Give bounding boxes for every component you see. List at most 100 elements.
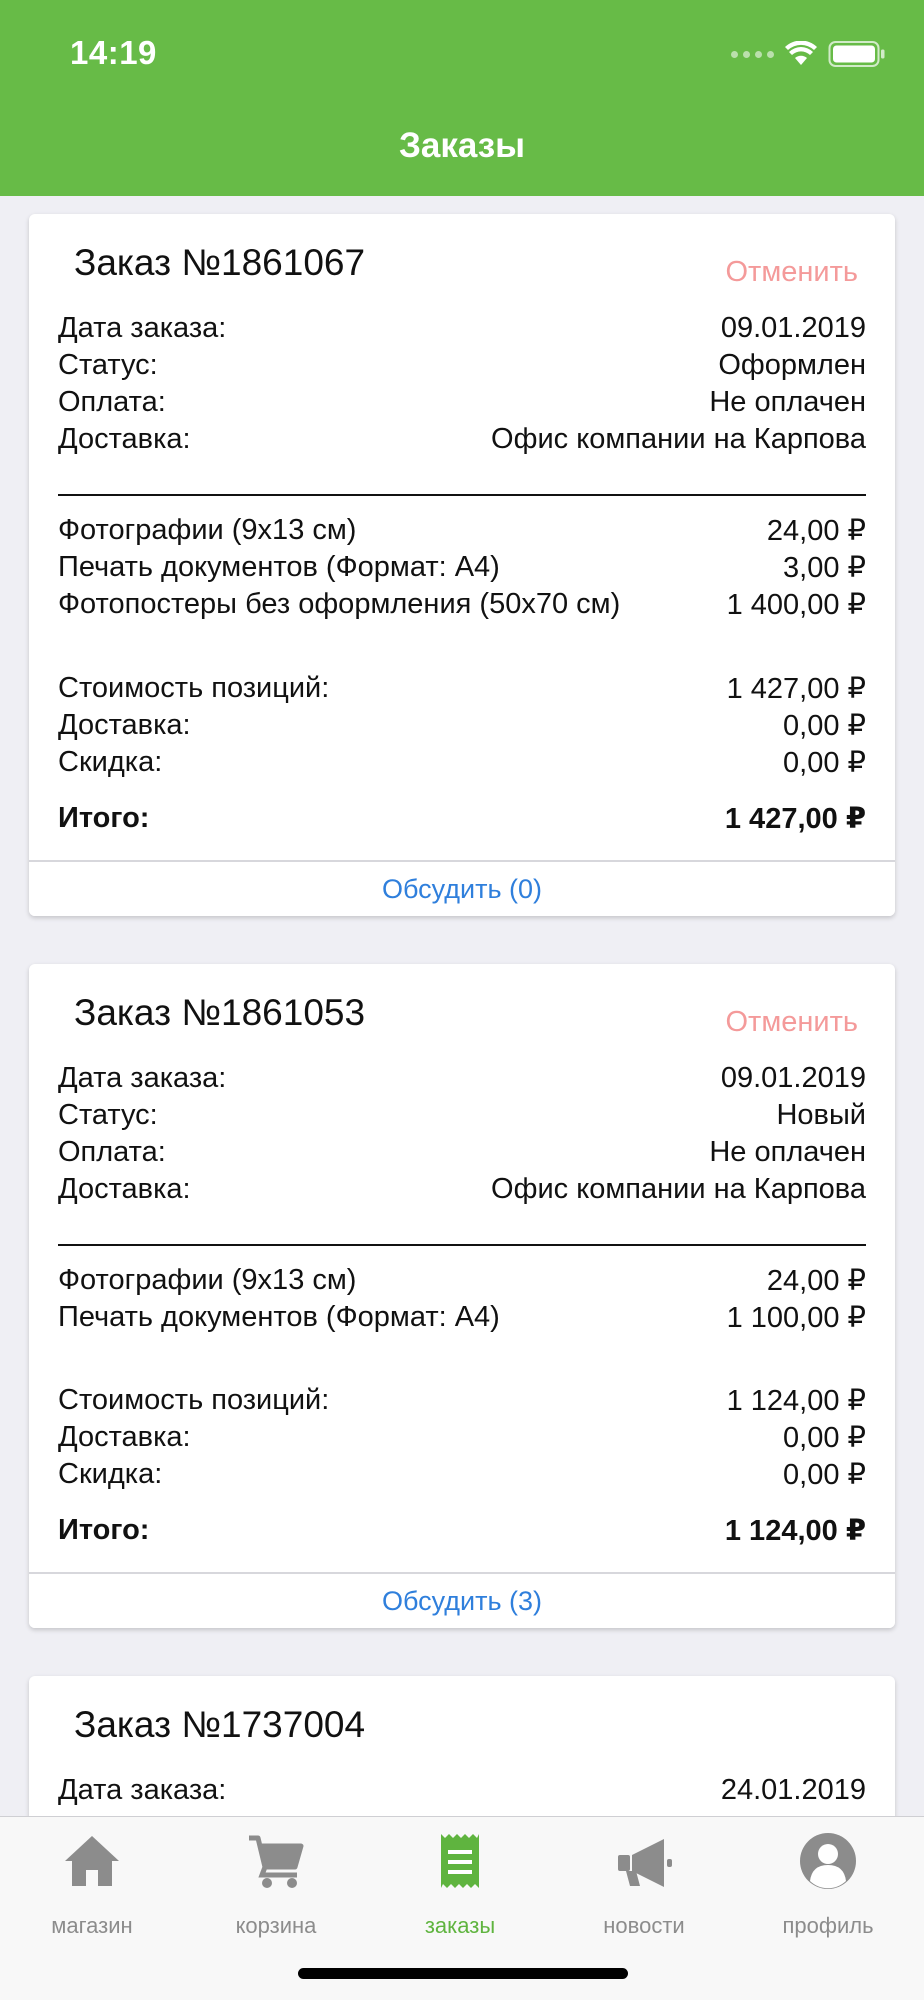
order-delivery-row: Доставка: Офис компании на Карпова <box>58 421 866 458</box>
row-label: Скидка: <box>58 746 163 778</box>
row-label: Дата заказа: <box>58 1774 227 1806</box>
row-label: Дата заказа: <box>58 1062 227 1094</box>
receipt-icon <box>441 1834 479 1888</box>
item-price: 1 400,00 ₽ <box>726 589 866 621</box>
item-price: 24,00 ₽ <box>766 515 866 547</box>
tab-label: заказы <box>424 1913 496 1938</box>
order-title: Заказ №1861053 <box>74 992 366 1033</box>
order-item-row: Фотографии (9x13 см) 24,00 ₽ <box>58 512 866 549</box>
row-label: Стоимость позиций: <box>58 672 330 704</box>
row-value: Не оплачен <box>709 1136 866 1168</box>
row-value: 09.01.2019 <box>720 312 866 344</box>
row-value: 0,00 ₽ <box>783 1459 866 1491</box>
discuss-order-button[interactable]: Обсудить (3) <box>29 1572 895 1628</box>
order-title: Заказ №1737004 <box>74 1704 366 1745</box>
home-indicator[interactable] <box>298 1968 628 1979</box>
wifi-icon <box>785 41 817 65</box>
row-value: Офис компании на Карпова <box>491 423 866 455</box>
status-indicators <box>731 40 886 68</box>
row-label: Доставка: <box>58 709 191 741</box>
tab-news[interactable]: новости <box>552 1817 736 1957</box>
row-value: Оформлен <box>718 349 866 381</box>
row-value: Не оплачен <box>709 386 866 418</box>
item-label: Фотографии (9x13 см) <box>58 1264 357 1296</box>
status-time: 14:19 <box>70 34 157 71</box>
row-label: Статус: <box>58 1099 158 1131</box>
row-label: Скидка: <box>58 1458 163 1490</box>
tab-label: магазин <box>51 1913 133 1938</box>
grand-total-row: Итого: 1 124,00 ₽ <box>58 1512 866 1549</box>
order-payment-row: Оплата: Не оплачен <box>58 1134 866 1171</box>
cellular-signal-icon <box>731 50 774 58</box>
subtotal-row: Стоимость позиций: 1 124,00 ₽ <box>58 1382 866 1419</box>
tab-profile[interactable]: профиль <box>736 1817 920 1957</box>
order-item-row: Печать документов (Формат: A4) 1 100,00 … <box>58 1299 866 1336</box>
order-item-row: Фотопостеры без оформления (50x70 см) 1 … <box>58 586 866 623</box>
subtotal-row: Стоимость позиций: 1 427,00 ₽ <box>58 670 866 707</box>
item-label: Фотографии (9x13 см) <box>58 514 357 546</box>
row-label: Итого: <box>58 802 150 834</box>
row-value: 1 427,00 ₽ <box>724 803 866 835</box>
row-label: Доставка: <box>58 1421 191 1453</box>
row-label: Статус: <box>58 349 158 381</box>
cancel-order-button[interactable]: Отменить <box>725 256 858 289</box>
row-value: 1 124,00 ₽ <box>724 1515 866 1547</box>
item-label: Фотопостеры без оформления (50x70 см) <box>58 588 621 620</box>
row-value: 09.01.2019 <box>720 1062 866 1094</box>
delivery-cost-row: Доставка: 0,00 ₽ <box>58 707 866 744</box>
grand-total-row: Итого: 1 427,00 ₽ <box>58 800 866 837</box>
row-label: Доставка: <box>58 423 191 455</box>
row-value: 24.01.2019 <box>720 1774 866 1806</box>
page-title: Заказы <box>398 126 526 165</box>
cancel-order-button[interactable]: Отменить <box>725 1006 858 1039</box>
row-label: Оплата: <box>58 1136 166 1168</box>
tab-orders[interactable]: заказы <box>368 1817 552 1957</box>
discuss-order-button[interactable]: Обсудить (0) <box>29 860 895 916</box>
app-header: 14:19 Заказы <box>0 0 924 196</box>
order-title: Заказ №1861067 <box>74 242 366 283</box>
tab-cart[interactable]: корзина <box>184 1817 368 1957</box>
item-price: 1 100,00 ₽ <box>726 1302 866 1334</box>
order-item-row: Фотографии (9x13 см) 24,00 ₽ <box>58 1262 866 1299</box>
orders-list[interactable]: Заказ №1861067 Отменить Дата заказа: 09.… <box>0 196 924 1816</box>
divider <box>58 494 866 496</box>
row-value: Новый <box>776 1099 866 1131</box>
profile-icon <box>800 1833 856 1889</box>
item-label: Печать документов (Формат: A4) <box>58 1301 500 1333</box>
megaphone-icon <box>618 1839 672 1887</box>
divider <box>58 1244 866 1246</box>
item-label: Печать документов (Формат: A4) <box>58 551 500 583</box>
row-value: Офис компании на Карпова <box>491 1173 866 1205</box>
delivery-cost-row: Доставка: 0,00 ₽ <box>58 1419 866 1456</box>
row-value: 1 427,00 ₽ <box>726 673 866 705</box>
order-date-row: Дата заказа: 24.01.2019 <box>58 1772 866 1809</box>
row-value: 0,00 ₽ <box>783 710 866 742</box>
item-price: 24,00 ₽ <box>766 1265 866 1297</box>
order-card: Заказ №1737004 Дата заказа: 24.01.2019 <box>29 1676 895 1816</box>
tab-label: новости <box>603 1913 685 1938</box>
order-date-row: Дата заказа: 09.01.2019 <box>58 1060 866 1097</box>
cart-icon <box>249 1835 304 1888</box>
order-item-row: Печать документов (Формат: A4) 3,00 ₽ <box>58 549 866 586</box>
row-label: Доставка: <box>58 1173 191 1205</box>
order-status-row: Статус: Новый <box>58 1097 866 1134</box>
row-label: Итого: <box>58 1514 150 1546</box>
discount-row: Скидка: 0,00 ₽ <box>58 1456 866 1493</box>
order-card: Заказ №1861067 Отменить Дата заказа: 09.… <box>29 214 895 916</box>
tab-label: корзина <box>235 1913 317 1938</box>
order-date-row: Дата заказа: 09.01.2019 <box>58 310 866 347</box>
discount-row: Скидка: 0,00 ₽ <box>58 744 866 781</box>
tab-label: профиль <box>782 1913 874 1938</box>
order-delivery-row: Доставка: Офис компании на Карпова <box>58 1171 866 1208</box>
order-card: Заказ №1861053 Отменить Дата заказа: 09.… <box>29 964 895 1628</box>
home-icon <box>65 1836 119 1886</box>
tab-shop[interactable]: магазин <box>0 1817 184 1957</box>
row-value: 1 124,00 ₽ <box>726 1385 866 1417</box>
row-value: 0,00 ₽ <box>783 1422 866 1454</box>
order-payment-row: Оплата: Не оплачен <box>58 384 866 421</box>
item-price: 3,00 ₽ <box>783 552 866 584</box>
row-label: Оплата: <box>58 386 166 418</box>
order-status-row: Статус: Оформлен <box>58 347 866 384</box>
row-label: Стоимость позиций: <box>58 1384 330 1416</box>
row-label: Дата заказа: <box>58 312 227 344</box>
